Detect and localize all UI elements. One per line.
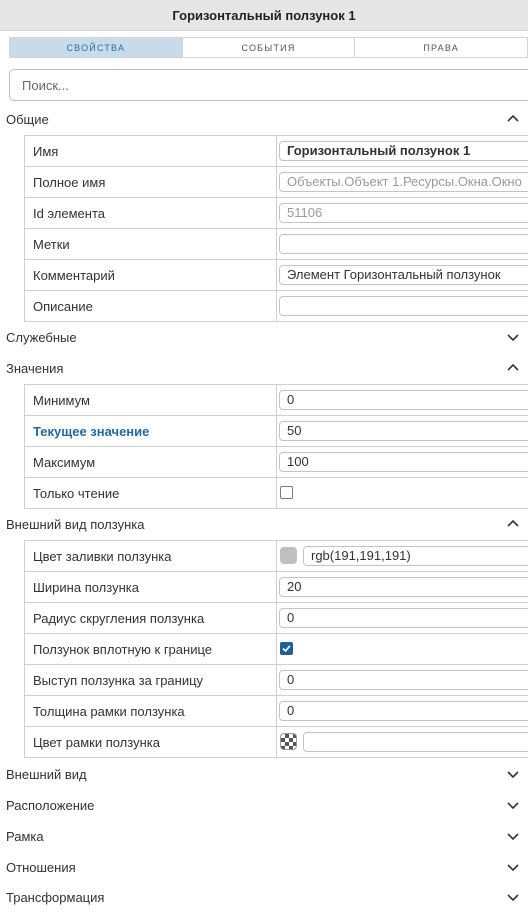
checkmark-icon	[282, 645, 291, 653]
section-label: Трансформация	[6, 890, 105, 905]
thumb-radius-field[interactable]: 0	[279, 608, 528, 628]
name-field[interactable]: Горизонтальный ползунок 1	[279, 141, 528, 161]
section-general[interactable]: Общие	[0, 104, 528, 135]
minimum-field[interactable]: 0	[279, 390, 528, 410]
section-label: Внешний вид ползунка	[6, 517, 145, 532]
property-row-overhang: Выступ ползунка за границу 0	[25, 665, 528, 696]
property-row-name: Имя Горизонтальный ползунок 1	[25, 136, 528, 167]
property-label: Цвет рамки ползунка	[25, 727, 277, 757]
property-label: Метки	[25, 229, 277, 259]
property-row-min: Минимум 0	[25, 385, 528, 416]
section-relations[interactable]: Отношения	[0, 852, 528, 883]
section-label: Внешний вид	[6, 767, 87, 782]
comment-field[interactable]: Элемент Горизонтальный ползунок	[279, 265, 528, 285]
chevron-down-icon	[507, 802, 519, 810]
property-row-comment: Комментарий Элемент Горизонтальный ползу…	[25, 260, 528, 291]
property-label: Ползунок вплотную к границе	[25, 634, 277, 664]
property-label: Толщина рамки ползунка	[25, 696, 277, 726]
overhang-field[interactable]: 0	[279, 670, 528, 690]
section-label: Рамка	[6, 829, 44, 844]
property-row-current: Текущее значение 50	[25, 416, 528, 447]
tab-events[interactable]: СОБЫТИЯ	[183, 38, 356, 57]
chevron-up-icon	[507, 363, 519, 371]
values-properties-grid: Минимум 0 Текущее значение 50 Максимум 1…	[24, 384, 528, 509]
section-label: Общие	[6, 112, 49, 127]
search-input[interactable]	[9, 69, 528, 101]
section-label: Расположение	[6, 798, 95, 813]
chevron-down-icon	[507, 864, 519, 872]
tight-checkbox[interactable]	[280, 642, 293, 655]
property-row-description: Описание	[25, 291, 528, 322]
section-label: Отношения	[6, 860, 76, 875]
transparent-swatch-icon[interactable]	[280, 733, 297, 750]
readonly-checkbox[interactable]	[280, 486, 293, 499]
border-width-field[interactable]: 0	[279, 701, 528, 721]
section-values[interactable]: Значения	[0, 353, 528, 384]
chevron-down-icon	[507, 334, 519, 342]
property-label: Минимум	[25, 385, 277, 415]
property-row-max: Максимум 100	[25, 447, 528, 478]
thumb-properties-grid: Цвет заливки ползунка rgb(191,191,191) Ш…	[24, 540, 528, 758]
property-row-border-color: Цвет рамки ползунка	[25, 727, 528, 758]
property-label: Только чтение	[25, 478, 277, 508]
border-color-field[interactable]	[303, 732, 528, 752]
current-value-field[interactable]: 50	[279, 421, 528, 441]
property-row-tight: Ползунок вплотную к границе	[25, 634, 528, 665]
property-row-width: Ширина ползунка 20	[25, 572, 528, 603]
property-label: Имя	[25, 136, 277, 166]
property-label: Радиус скругления ползунка	[25, 603, 277, 633]
property-row-tags: Метки	[25, 229, 528, 260]
general-properties-grid: Имя Горизонтальный ползунок 1 Полное имя…	[24, 135, 528, 322]
chevron-down-icon	[507, 894, 519, 902]
tab-properties[interactable]: СВОЙСТВА	[10, 38, 183, 57]
section-transform[interactable]: Трансформация	[0, 883, 528, 912]
section-service[interactable]: Служебные	[0, 322, 528, 353]
section-label: Служебные	[6, 330, 77, 345]
chevron-down-icon	[507, 833, 519, 841]
thumb-width-field[interactable]: 20	[279, 577, 528, 597]
property-row-fullname: Полное имя Объекты.Объект 1.Ресурсы.Окна…	[25, 167, 528, 198]
section-layout[interactable]: Расположение	[0, 790, 528, 821]
property-label: Текущее значение	[25, 416, 277, 446]
property-label: Комментарий	[25, 260, 277, 290]
property-row-id: Id элемента 51106	[25, 198, 528, 229]
color-swatch[interactable]	[280, 547, 297, 564]
tags-field[interactable]	[279, 234, 528, 254]
section-label: Значения	[6, 361, 64, 376]
element-id-field: 51106	[279, 203, 528, 223]
window-title: Горизонтальный ползунок 1	[0, 0, 528, 31]
property-label: Id элемента	[25, 198, 277, 228]
property-label: Описание	[25, 291, 277, 321]
property-label: Выступ ползунка за границу	[25, 665, 277, 695]
property-row-radius: Радиус скругления ползунка 0	[25, 603, 528, 634]
tab-bar: СВОЙСТВА СОБЫТИЯ ПРАВА	[9, 37, 528, 58]
fill-color-field[interactable]: rgb(191,191,191)	[303, 546, 528, 566]
property-row-readonly: Только чтение	[25, 478, 528, 509]
description-field[interactable]	[279, 296, 528, 316]
chevron-up-icon	[507, 114, 519, 122]
chevron-up-icon	[507, 519, 519, 527]
fullname-field: Объекты.Объект 1.Ресурсы.Окна.Окно	[279, 172, 528, 192]
section-thumb-appearance[interactable]: Внешний вид ползунка	[0, 509, 528, 540]
section-frame[interactable]: Рамка	[0, 821, 528, 852]
property-label: Ширина ползунка	[25, 572, 277, 602]
chevron-down-icon	[507, 771, 519, 779]
maximum-field[interactable]: 100	[279, 452, 528, 472]
tab-rights[interactable]: ПРАВА	[355, 38, 528, 57]
property-label: Цвет заливки ползунка	[25, 541, 277, 571]
property-row-fill: Цвет заливки ползунка rgb(191,191,191)	[25, 541, 528, 572]
property-label: Полное имя	[25, 167, 277, 197]
section-appearance[interactable]: Внешний вид	[0, 759, 528, 790]
property-label: Максимум	[25, 447, 277, 477]
property-row-border-width: Толщина рамки ползунка 0	[25, 696, 528, 727]
